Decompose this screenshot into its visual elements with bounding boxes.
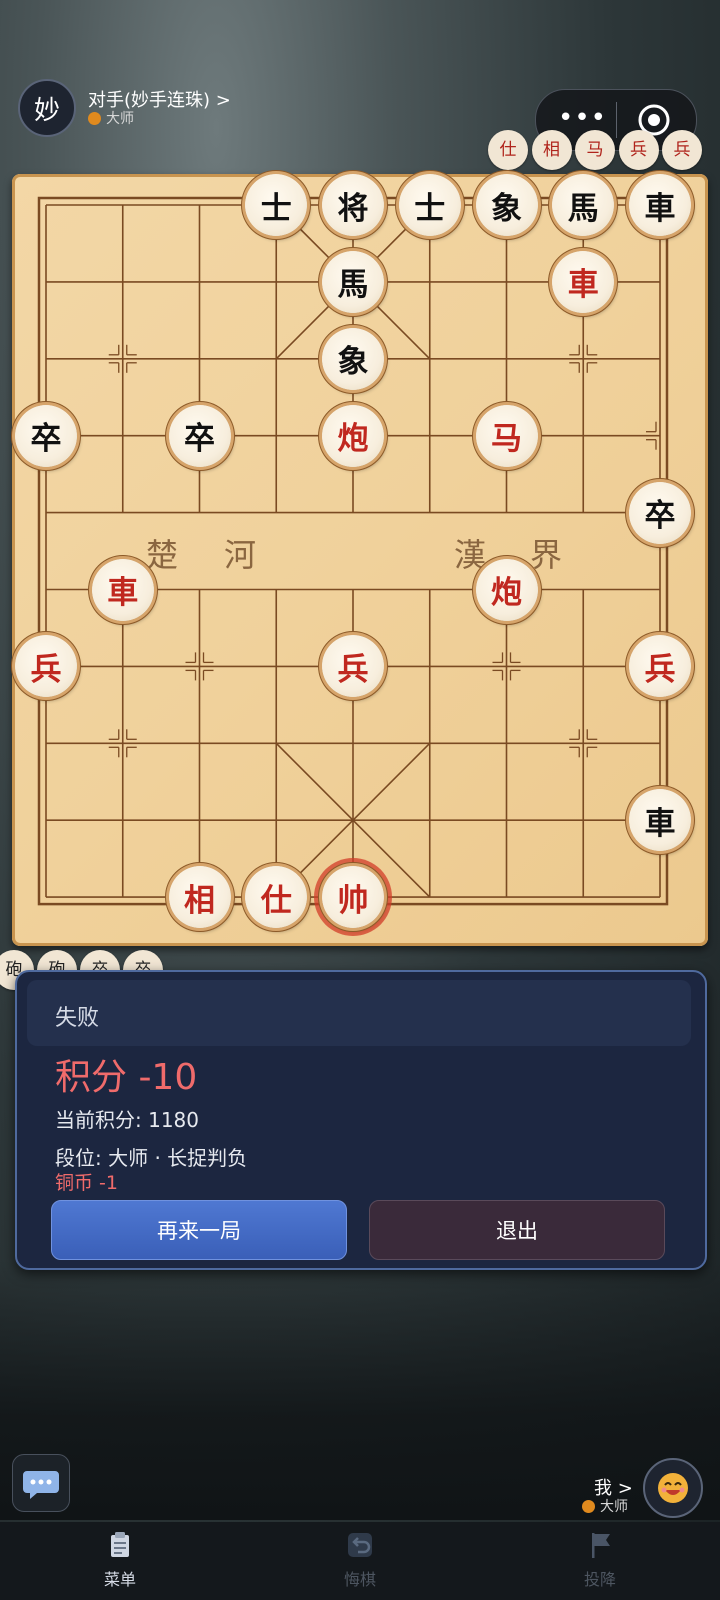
red-piece[interactable]: 兵: [15, 635, 77, 698]
coin-change: 铜币 -1: [55, 1172, 118, 1194]
me-rank: 大师: [582, 1496, 628, 1516]
red-piece[interactable]: 炮: [322, 404, 384, 467]
exit-button[interactable]: 退出: [369, 1200, 665, 1260]
bottom-tab-bar: 菜单 悔棋 投降: [0, 1522, 720, 1600]
undo-icon: [348, 1533, 372, 1557]
tab-surrender-label: 投降: [583, 1570, 616, 1589]
me-rank-label: 大师: [600, 1499, 628, 1515]
play-again-button[interactable]: 再来一局: [51, 1200, 347, 1260]
chat-bubble-icon: [23, 1471, 59, 1499]
black-piece[interactable]: 卒: [15, 404, 77, 467]
red-piece[interactable]: 帅: [322, 866, 384, 929]
score-change: 积分 -10: [55, 1057, 198, 1098]
red-piece[interactable]: 兵: [629, 635, 691, 698]
tab-menu[interactable]: 菜单: [0, 1522, 240, 1600]
river-char-jie: 界: [530, 536, 563, 574]
clipboard-icon: [111, 1532, 129, 1557]
red-piece[interactable]: 車: [552, 250, 615, 313]
result-header: [27, 980, 691, 1046]
black-piece[interactable]: 卒: [168, 404, 231, 467]
black-piece[interactable]: 士: [245, 174, 308, 236]
current-score: 当前积分: 1180: [55, 1108, 199, 1132]
smile-face-icon[interactable]: [643, 1458, 703, 1518]
black-piece[interactable]: 士: [398, 174, 461, 236]
red-piece[interactable]: 马: [475, 404, 538, 467]
red-piece[interactable]: 相: [168, 866, 231, 929]
tab-undo[interactable]: 悔棋: [240, 1522, 480, 1600]
black-piece[interactable]: 象: [322, 327, 384, 390]
red-piece[interactable]: 兵: [322, 635, 384, 698]
black-piece[interactable]: 馬: [552, 174, 615, 236]
red-piece[interactable]: 炮: [475, 558, 538, 621]
rank-dot-icon: [582, 1499, 595, 1513]
flag-icon: [592, 1533, 610, 1558]
tab-undo-label: 悔棋: [343, 1570, 376, 1589]
red-piece[interactable]: 仕: [245, 866, 308, 929]
board-grid: [37, 196, 669, 906]
red-piece[interactable]: 車: [91, 558, 154, 621]
black-piece[interactable]: 車: [629, 789, 691, 852]
black-piece[interactable]: 象: [475, 174, 538, 236]
chat-button[interactable]: [12, 1454, 70, 1512]
black-piece[interactable]: 馬: [322, 250, 384, 313]
river-char-he: 河: [224, 536, 257, 574]
tab-menu-label: 菜单: [103, 1570, 136, 1589]
tab-surrender[interactable]: 投降: [480, 1522, 720, 1600]
river-char-chu: 楚: [146, 536, 179, 574]
black-piece[interactable]: 将: [322, 174, 384, 236]
river-char-han: 漢: [454, 536, 487, 574]
black-piece[interactable]: 車: [629, 174, 691, 236]
result-panel: 失败 积分 -10 当前积分: 1180 段位: 大师 · 长捉判负 铜币 -1…: [15, 970, 707, 1270]
result-title: 失败: [55, 1006, 100, 1031]
black-piece[interactable]: 卒: [629, 481, 691, 544]
rank-reason: 段位: 大师 · 长捉判负: [55, 1146, 248, 1170]
